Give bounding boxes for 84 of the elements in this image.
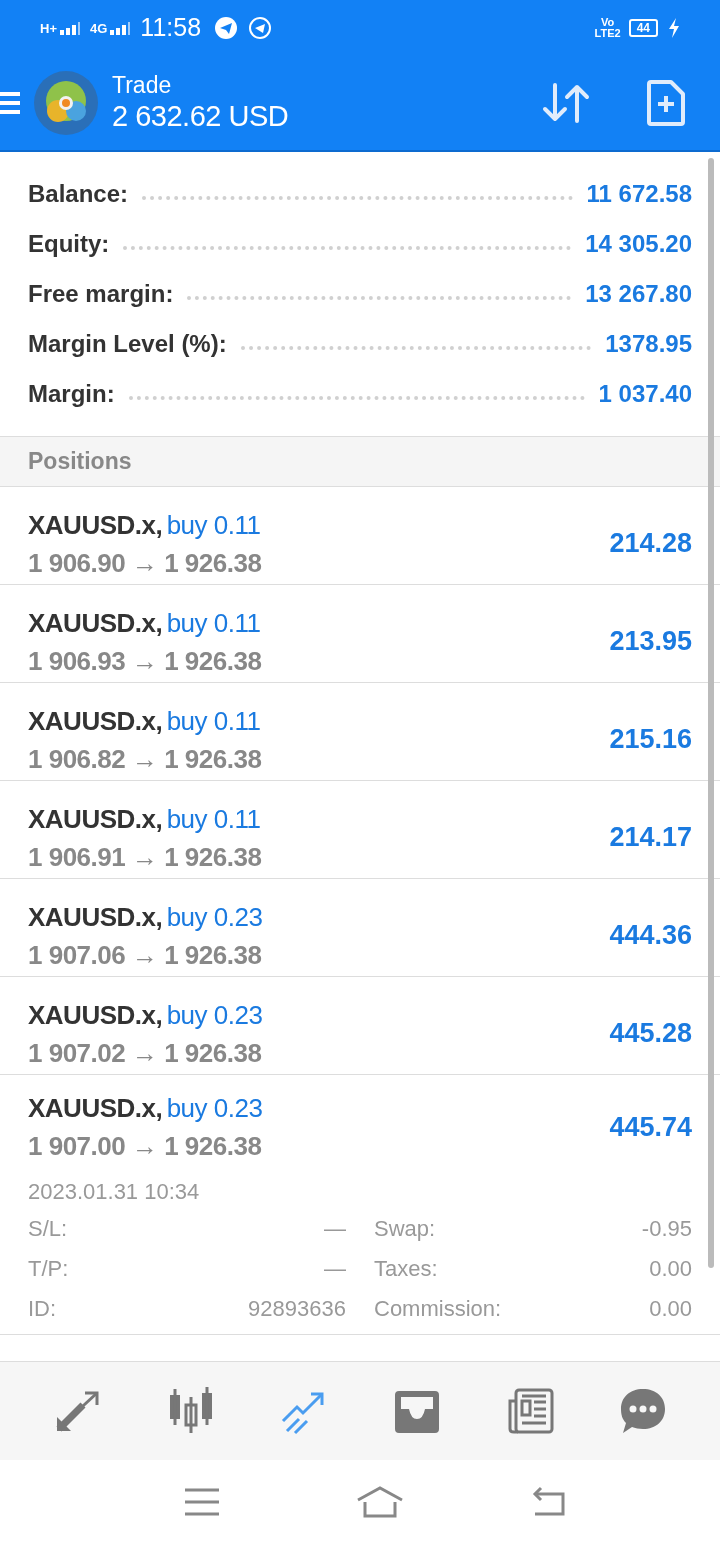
summary-label: Margin: (28, 379, 115, 409)
position-symbol: XAUUSD.x, (28, 999, 163, 1030)
position-side: buy 0.23 (166, 1093, 263, 1123)
detail-label: Taxes: (374, 1254, 438, 1283)
volte-label: Vo (600, 17, 615, 28)
network-label: H+ (40, 22, 57, 35)
position-symbol: XAUUSD.x, (28, 607, 163, 638)
detail-label: S/L: (28, 1214, 68, 1243)
summary-label: Margin Level (%): (28, 329, 227, 359)
current-price: 1 926.38 (164, 1131, 262, 1161)
price-arrow: → (131, 1037, 158, 1068)
position-profit: 214.28 (609, 527, 692, 561)
position-side: buy 0.11 (166, 705, 261, 736)
open-price: 1 906.82 (28, 743, 126, 774)
charging-icon (668, 18, 680, 38)
signal-icon (108, 21, 131, 35)
current-price: 1 926.38 (164, 743, 262, 774)
account-balance: 2 632.62 USD (112, 99, 290, 135)
section-header: Positions (0, 437, 720, 487)
position-time: 2023.01.31 10:34 (28, 1178, 201, 1206)
position-side: buy 0.23 (166, 999, 263, 1030)
open-price: 1 906.90 (28, 547, 126, 578)
position-symbol: XAUUSD.x, (28, 1093, 163, 1123)
status-time: 11:58 (140, 12, 202, 44)
current-price: 1 926.38 (164, 547, 262, 578)
position-profit: 445.28 (609, 1017, 692, 1051)
current-price: 1 926.38 (164, 645, 262, 676)
position-profit: 445.74 (609, 1110, 692, 1144)
open-price: 1 906.93 (28, 645, 126, 676)
price-arrow: → (131, 547, 158, 578)
position-side: buy 0.11 (166, 607, 261, 638)
detail-value: — (324, 1254, 346, 1283)
send-icon (215, 17, 238, 39)
position-symbol: XAUUSD.x, (28, 705, 163, 736)
detail-label: ID: (28, 1294, 57, 1323)
current-price: 1 926.38 (164, 841, 262, 872)
position-symbol: XAUUSD.x, (28, 901, 163, 932)
detail-value: 0.00 (649, 1294, 692, 1323)
summary-value: 14 305.20 (585, 229, 692, 259)
summary-value: 1 037.40 (598, 379, 692, 409)
price-arrow: → (131, 743, 158, 774)
price-arrow: → (131, 1131, 158, 1161)
signal-icon (58, 21, 80, 35)
home-icon (356, 1486, 404, 1518)
summary-label: Free margin: (28, 279, 174, 309)
open-price: 1 907.02 (28, 1037, 126, 1068)
summary-value: 11 672.58 (586, 179, 692, 209)
volte-label: LTE2 (594, 28, 621, 39)
detail-label: Swap: (374, 1214, 436, 1243)
price-arrow: → (131, 939, 158, 970)
app-logo-icon (34, 71, 98, 135)
summary-value: 1378.95 (605, 329, 692, 359)
current-price: 1 926.38 (164, 1037, 262, 1068)
price-arrow: → (131, 841, 158, 872)
detail-label: T/P: (28, 1254, 69, 1283)
detail-value: 92893636 (248, 1294, 346, 1323)
position-side: buy 0.11 (166, 509, 261, 540)
position-profit: 214.17 (609, 821, 692, 855)
chat-bubble-icon (249, 17, 272, 39)
detail-value: -0.95 (641, 1214, 692, 1243)
open-price: 1 907.06 (28, 939, 126, 970)
summary-label: Equity: (28, 229, 110, 259)
summary-value: 13 267.80 (585, 279, 692, 309)
position-profit: 213.95 (609, 625, 692, 659)
price-arrow: → (131, 645, 158, 676)
detail-value: 0.00 (649, 1254, 692, 1283)
summary-label: Balance: (28, 179, 129, 209)
position-symbol: XAUUSD.x, (28, 509, 163, 540)
detail-label: Commission: (374, 1294, 502, 1323)
chat-icon (619, 1387, 668, 1435)
open-price: 1 907.00 (28, 1131, 126, 1161)
position-side: buy 0.23 (166, 901, 263, 932)
sort-icon (541, 81, 591, 125)
position-side: buy 0.11 (166, 803, 261, 834)
new-document-icon (647, 80, 685, 126)
battery-level: 44 (628, 19, 658, 37)
position-profit: 444.36 (609, 919, 692, 953)
current-price: 1 926.38 (164, 939, 262, 970)
open-price: 1 906.91 (28, 841, 126, 872)
detail-value: — (324, 1214, 346, 1243)
position-symbol: XAUUSD.x, (28, 803, 163, 834)
position-profit: 215.16 (609, 723, 692, 757)
screen-title: Trade (112, 71, 173, 100)
network-label: 4G (90, 22, 108, 35)
